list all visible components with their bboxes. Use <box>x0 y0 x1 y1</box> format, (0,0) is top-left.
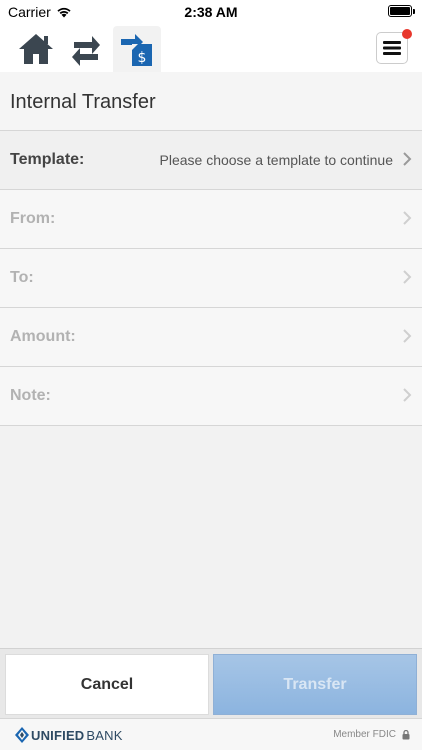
transfer-arrows-icon <box>72 36 100 66</box>
page-header: Internal Transfer <box>0 72 422 131</box>
chevron-right-icon <box>403 329 412 343</box>
amount-row[interactable]: Amount: <box>0 308 422 367</box>
battery-icon <box>388 5 415 17</box>
lock-icon <box>402 729 410 739</box>
page-title: Internal Transfer <box>10 91 156 113</box>
chevron-right-icon <box>403 211 412 225</box>
bank-logo-icon <box>15 727 29 743</box>
chevron-right-icon <box>403 388 412 402</box>
template-value: Please choose a template to continue <box>159 152 394 168</box>
from-label: From: <box>10 210 56 227</box>
hamburger-menu-icon <box>383 41 401 55</box>
member-fdic-label: Member FDIC <box>333 729 396 740</box>
note-row[interactable]: Note: <box>0 367 422 426</box>
template-label: Template: <box>10 151 85 168</box>
transfer-button[interactable]: Transfer <box>213 654 417 715</box>
internal-transfer-tab[interactable]: $ <box>113 26 161 72</box>
home-icon <box>19 34 53 64</box>
action-bar: Cancel Transfer <box>0 648 422 718</box>
fdic-notice: Member FDIC <box>333 729 410 740</box>
to-label: To: <box>10 269 34 286</box>
home-tab[interactable] <box>12 26 60 72</box>
menu-button[interactable] <box>376 29 412 64</box>
content-area <box>0 426 422 648</box>
status-time: 2:38 AM <box>184 4 238 20</box>
notification-dot <box>402 29 412 39</box>
dollar-transfer-icon: $ <box>121 34 152 66</box>
status-bar: Carrier 2:38 AM <box>0 0 422 22</box>
note-label: Note: <box>10 387 51 404</box>
template-row[interactable]: Template: Please choose a template to co… <box>0 131 422 190</box>
svg-text:$: $ <box>138 50 147 66</box>
amount-label: Amount: <box>10 328 76 345</box>
chevron-right-icon <box>403 270 412 284</box>
bank-logo: UNIFIED BANK <box>15 727 123 743</box>
brand-name-light: BANK <box>86 727 123 743</box>
chevron-right-icon <box>403 152 412 166</box>
nav-bar: $ <box>0 22 422 72</box>
transfer-form: Template: Please choose a template to co… <box>0 131 422 426</box>
brand-name-bold: UNIFIED <box>31 727 85 743</box>
cancel-button[interactable]: Cancel <box>5 654 209 715</box>
footer: UNIFIED BANK Member FDIC <box>0 718 422 750</box>
to-row[interactable]: To: <box>0 249 422 308</box>
from-row[interactable]: From: <box>0 190 422 249</box>
transfers-tab[interactable] <box>62 26 110 72</box>
